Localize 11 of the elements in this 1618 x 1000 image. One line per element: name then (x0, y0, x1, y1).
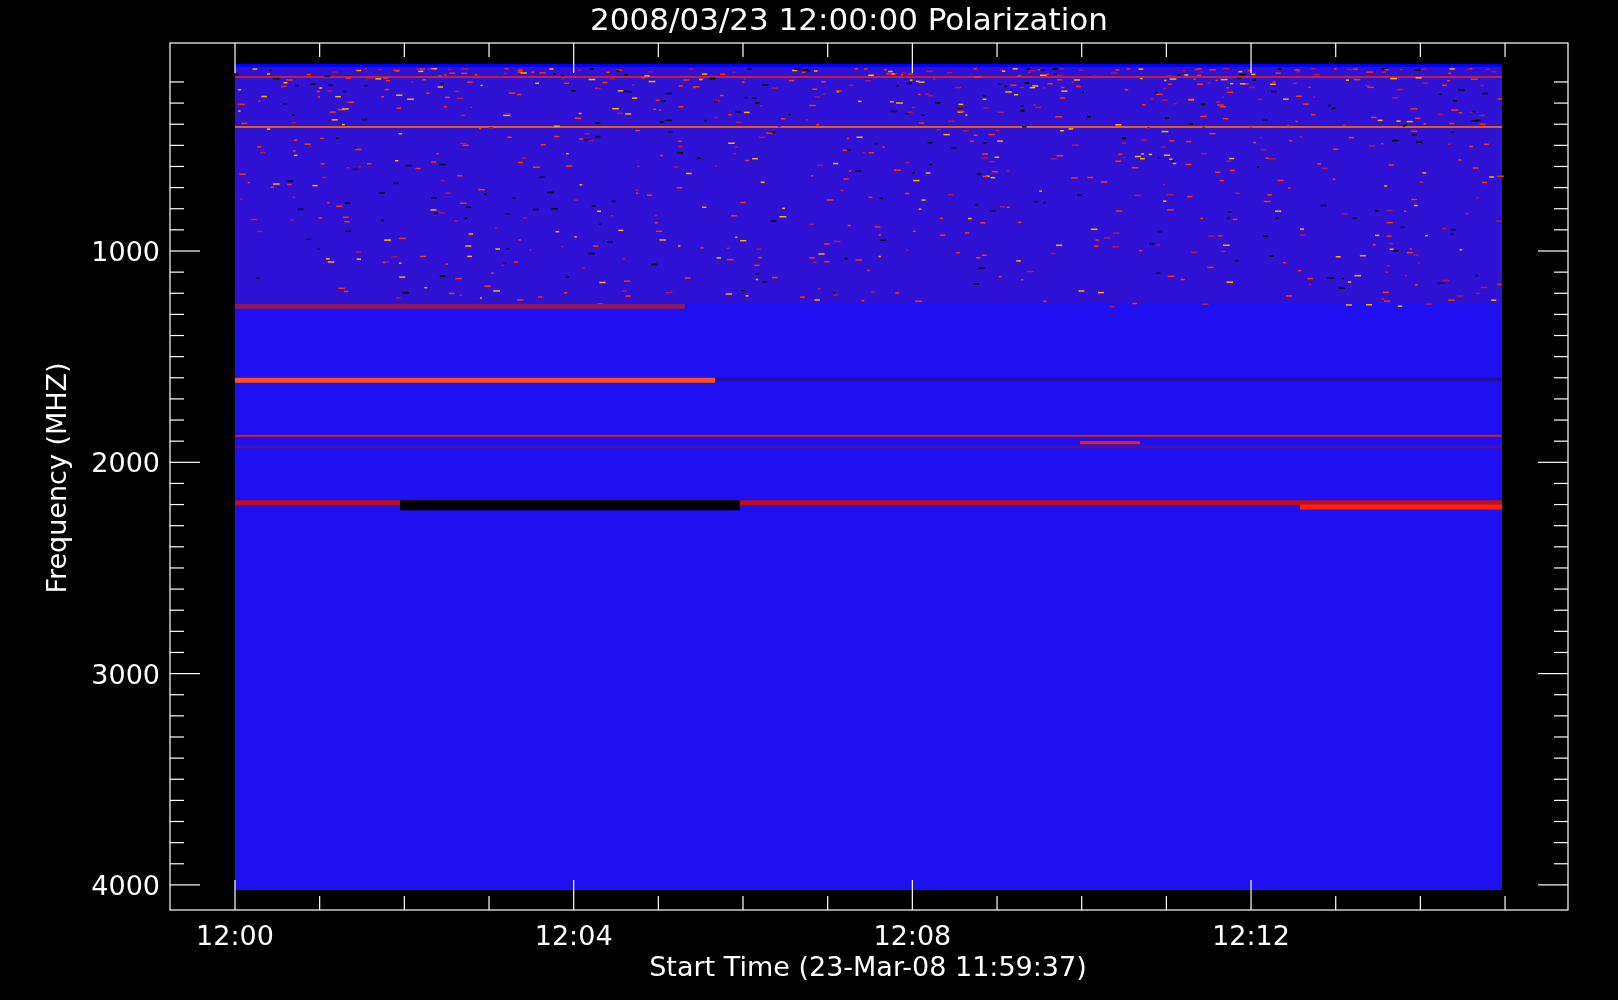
y-axis-label: Frequency (MHZ) (41, 362, 72, 594)
y-tick-label: 1000 (91, 236, 160, 267)
chart-title: 2008/03/23 12:00:00 Polarization (590, 1, 1108, 37)
y-tick-label: 2000 (91, 447, 160, 479)
x-tick-label: 12:08 (873, 920, 952, 951)
y-tick-label: 4000 (91, 869, 160, 901)
x-axis-label: Start Time (23-Mar-08 11:59:37) (649, 951, 1087, 982)
x-tick-label: 12:12 (1212, 920, 1290, 951)
x-tick-label: 12:00 (196, 920, 274, 951)
x-tick-label: 12:04 (534, 920, 613, 951)
y-tick-label: 3000 (91, 658, 160, 690)
